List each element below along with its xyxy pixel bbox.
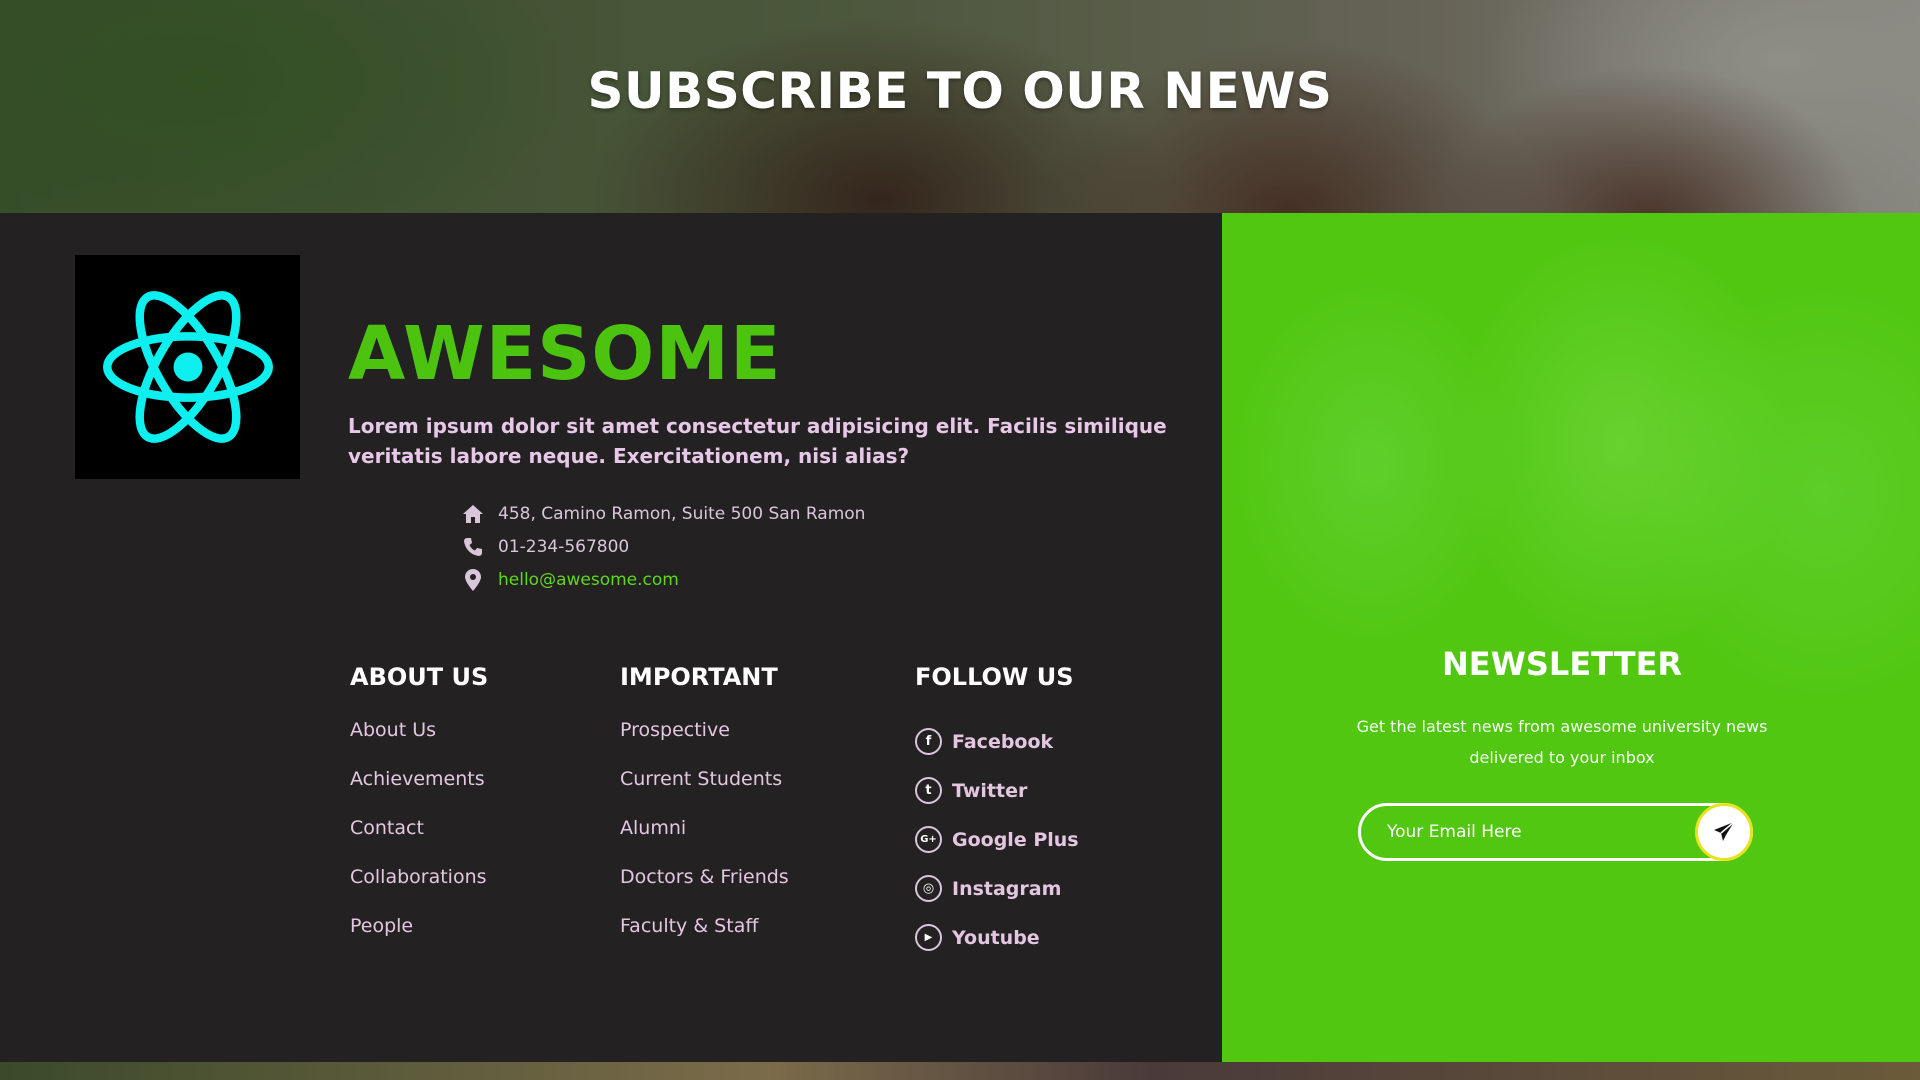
social-label: Google Plus (952, 828, 1079, 851)
footer-link-doctors-friends[interactable]: Doctors & Friends (620, 864, 789, 913)
contact-email: hello@awesome.com (462, 569, 679, 591)
social-label: Youtube (952, 926, 1040, 949)
social-link-youtube[interactable]: ▶ Youtube (915, 913, 1079, 962)
instagram-icon: ◎ (915, 875, 942, 902)
email-input[interactable] (1358, 803, 1753, 861)
newsletter-panel: NEWSLETTER Get the latest news from awes… (1222, 213, 1920, 1062)
bottom-backdrop (0, 1062, 1920, 1080)
social-link-twitter[interactable]: t Twitter (915, 766, 1079, 815)
address-text: 458, Camino Ramon, Suite 500 San Ramon (498, 504, 866, 524)
footer-link-alumni[interactable]: Alumni (620, 815, 789, 864)
hero-title: SUBSCRIBE TO OUR NEWS (587, 62, 1333, 120)
phone-icon (462, 536, 484, 558)
social-label: Facebook (952, 730, 1054, 753)
footer-link-contact[interactable]: Contact (350, 815, 488, 864)
brand-description: Lorem ipsum dolor sit amet consectetur a… (348, 414, 1167, 468)
home-icon (462, 503, 484, 525)
about-column-title: ABOUT US (350, 663, 489, 691)
social-link-instagram[interactable]: ◎ Instagram (915, 864, 1079, 913)
newsletter-title: NEWSLETTER (1441, 645, 1683, 683)
footer-link-prospective[interactable]: Prospective (620, 717, 789, 766)
facebook-icon: f (915, 728, 942, 755)
footer-panel: AWESOME Lorem ipsum dolor sit amet conse… (0, 213, 1222, 1062)
youtube-icon: ▶ (915, 924, 942, 951)
contact-phone: 01-234-567800 (462, 536, 629, 558)
social-label: Twitter (952, 779, 1028, 802)
google-plus-icon: G+ (915, 826, 942, 853)
footer-link-people[interactable]: People (350, 913, 488, 962)
brand-logo[interactable] (75, 255, 300, 479)
send-icon (1714, 821, 1735, 841)
footer-link-collaborations[interactable]: Collaborations (350, 864, 488, 913)
important-column: IMPORTANT Prospective Current Students A… (620, 663, 789, 962)
newsletter-form (1358, 803, 1758, 861)
important-column-title: IMPORTANT (620, 663, 778, 691)
phone-text: 01-234-567800 (498, 537, 630, 557)
contact-address: 458, Camino Ramon, Suite 500 San Ramon (462, 503, 865, 525)
social-link-facebook[interactable]: f Facebook (915, 717, 1079, 766)
about-column: ABOUT US About Us Achievements Contact C… (350, 663, 488, 962)
footer-link-faculty-staff[interactable]: Faculty & Staff (620, 913, 789, 962)
email-link[interactable]: hello@awesome.com (498, 570, 679, 590)
map-pin-icon (462, 569, 484, 591)
twitter-icon: t (915, 777, 942, 804)
footer-link-achievements[interactable]: Achievements (350, 766, 488, 815)
social-link-google-plus[interactable]: G+ Google Plus (915, 815, 1079, 864)
react-atom-icon (102, 291, 273, 443)
social-label: Instagram (952, 877, 1062, 900)
follow-column: FOLLOW US f Facebook t Twitter G+ Google… (915, 663, 1079, 962)
footer-link-about-us[interactable]: About Us (350, 717, 488, 766)
brand-name: AWESOME (348, 311, 782, 397)
follow-column-title: FOLLOW US (915, 663, 1074, 691)
newsletter-description: Get the latest news from awesome univers… (1356, 717, 1768, 767)
footer-link-current-students[interactable]: Current Students (620, 766, 789, 815)
subscribe-button[interactable] (1695, 803, 1753, 861)
